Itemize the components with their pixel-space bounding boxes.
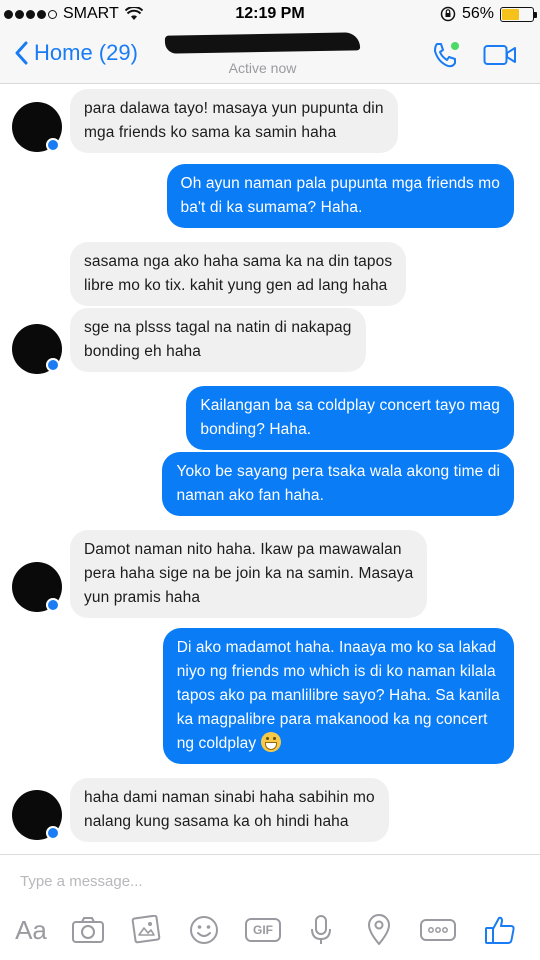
conversation-header: Home (29) Active now bbox=[0, 30, 540, 84]
message-input[interactable] bbox=[20, 869, 520, 893]
message-line: Di ako madamot haha. Inaaya mo ko sa lak… bbox=[176, 639, 497, 656]
message-line: bonding eh haha bbox=[84, 343, 202, 360]
message-line: para dalawa tayo! masaya yun pupunta din bbox=[84, 100, 384, 117]
photo-gallery-icon bbox=[131, 915, 161, 944]
back-label: Home (29) bbox=[34, 40, 138, 65]
location-button[interactable] bbox=[364, 913, 394, 947]
message-line: Damot naman nito haha. Ikaw pa mawawalan bbox=[84, 541, 402, 558]
outgoing-message[interactable]: Oh ayun naman pala pupunta mga friends m… bbox=[166, 164, 514, 228]
status-right: 56% bbox=[440, 5, 537, 23]
message-line: Yoko be sayang pera tsaka wala akong tim… bbox=[176, 463, 500, 480]
incoming-message[interactable]: Damot naman nito haha. Ikaw pa mawawalan… bbox=[70, 530, 428, 618]
camera-icon bbox=[72, 917, 104, 943]
message-line: libre mo ko tix. kahit yung gen ad lang … bbox=[84, 277, 388, 294]
composer-toolbar: Aa GIF bbox=[0, 911, 540, 951]
location-pin-icon bbox=[368, 914, 390, 945]
video-call-icon[interactable] bbox=[483, 42, 517, 68]
chevron-left-icon bbox=[15, 41, 28, 65]
redacted-contact-name bbox=[164, 32, 361, 54]
battery-level bbox=[502, 8, 519, 20]
contact-avatar[interactable] bbox=[12, 324, 62, 374]
stickers-button[interactable] bbox=[186, 913, 222, 947]
messenger-badge-icon bbox=[46, 598, 60, 612]
message-line: tapos ako pa manlilibre sayo? Haha. Sa k… bbox=[176, 687, 500, 704]
contact-avatar[interactable] bbox=[12, 790, 62, 840]
message-line: yun pramis haha bbox=[84, 589, 201, 606]
thumbs-up-icon bbox=[485, 916, 515, 944]
incoming-message[interactable]: sasama nga ako haha sama ka na din tapos… bbox=[70, 242, 407, 306]
outgoing-message[interactable]: Yoko be sayang pera tsaka wala akong tim… bbox=[162, 452, 514, 516]
incoming-message[interactable]: para dalawa tayo! masaya yun pupunta din… bbox=[70, 89, 398, 153]
battery-icon bbox=[500, 6, 537, 22]
messenger-badge-icon bbox=[46, 358, 60, 372]
message-composer: Aa bbox=[0, 854, 540, 960]
message-line: haha dami naman sinabi haha sabihin mo bbox=[84, 789, 375, 806]
gif-button[interactable]: GIF bbox=[244, 913, 282, 947]
microphone-icon bbox=[311, 915, 331, 944]
like-button[interactable] bbox=[482, 913, 518, 947]
message-line: naman ako fan haha. bbox=[176, 487, 325, 504]
message-line: pera haha sige na be join ka na samin. M… bbox=[84, 565, 414, 582]
messenger-badge-icon bbox=[46, 826, 60, 840]
orientation-lock-icon bbox=[440, 6, 456, 22]
message-line: ba't di ka sumama? Haha. bbox=[180, 199, 363, 216]
gif-label: GIF bbox=[253, 923, 273, 937]
outgoing-message[interactable]: Kailangan ba sa coldplay concert tayo ma… bbox=[186, 386, 514, 450]
messenger-badge-icon bbox=[46, 138, 60, 152]
camera-button[interactable] bbox=[70, 913, 106, 947]
message-thread[interactable]: para dalawa tayo! masaya yun pupunta din… bbox=[0, 84, 540, 854]
incoming-message[interactable]: haha dami naman sinabi haha sabihin mo n… bbox=[70, 778, 389, 842]
message-line: mga friends ko sama ka samin haha bbox=[84, 124, 337, 141]
message-line: Oh ayun naman pala pupunta mga friends m… bbox=[180, 175, 500, 192]
more-options-button[interactable] bbox=[418, 913, 458, 947]
smiley-icon bbox=[190, 916, 218, 944]
message-line: ng coldplay bbox=[177, 732, 500, 756]
presence-status: Active now bbox=[228, 60, 297, 76]
message-line: bonding? Haha. bbox=[200, 421, 312, 438]
message-line: nalang kung sasama ka oh hindi haha bbox=[84, 813, 349, 830]
grinning-face-icon bbox=[260, 732, 281, 752]
status-bar: SMART 12:19 PM 56% bbox=[0, 0, 540, 30]
message-line: ka magpalibre para makanood ka ng concer… bbox=[176, 711, 488, 728]
back-button[interactable]: Home (29) bbox=[14, 40, 138, 66]
contact-info[interactable]: Active now bbox=[164, 32, 361, 76]
message-line: sasama nga ako haha sama ka na din tapos bbox=[84, 253, 393, 270]
message-line-text: ng coldplay bbox=[176, 735, 257, 752]
more-icon bbox=[420, 919, 456, 941]
message-line: sge na plsss tagal na natin di nakapag bbox=[84, 319, 352, 336]
photos-button[interactable] bbox=[128, 913, 164, 947]
voice-clip-button[interactable] bbox=[306, 913, 336, 947]
battery-percent: 56% bbox=[461, 5, 494, 22]
phone-call-icon[interactable] bbox=[431, 40, 461, 70]
outgoing-message[interactable]: Di ako madamot haha. Inaaya mo ko sa lak… bbox=[162, 628, 514, 764]
contact-avatar[interactable] bbox=[12, 562, 62, 612]
message-line: Kailangan ba sa coldplay concert tayo ma… bbox=[200, 397, 500, 414]
message-line: niyo ng friends mo which is di ko naman … bbox=[176, 663, 496, 680]
incoming-message[interactable]: sge na plsss tagal na natin di nakapag b… bbox=[70, 308, 366, 372]
text-style-button[interactable]: Aa bbox=[10, 913, 52, 947]
contact-avatar[interactable] bbox=[12, 102, 62, 152]
